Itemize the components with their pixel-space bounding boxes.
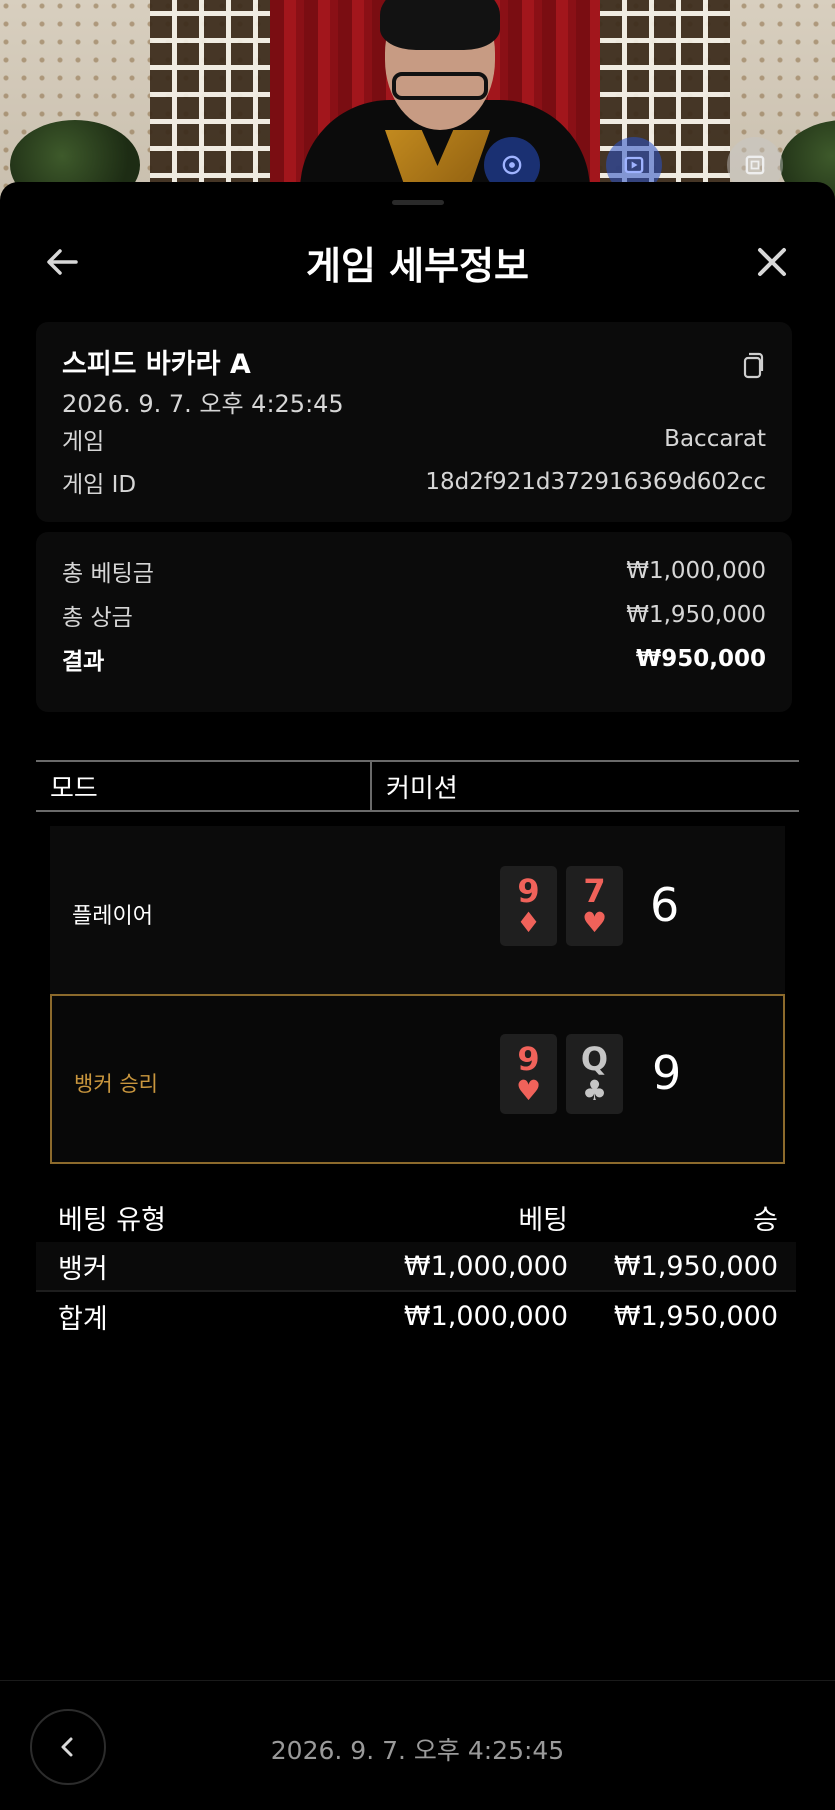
lattice-screen-left (150, 0, 280, 200)
total-win-value: ₩1,950,000 (626, 602, 766, 628)
bet-type-cell: 뱅커 (58, 1253, 108, 1285)
player-score: 6 (650, 878, 680, 932)
card-rank: 9 (517, 872, 540, 910)
game-datetime: 2026. 9. 7. 오후 4:25:45 (62, 390, 344, 418)
playing-card: Q ♣ (566, 1034, 623, 1114)
game-info-card: 스피드 바카라 A 2026. 9. 7. 오후 4:25:45 게임 Bacc… (36, 322, 792, 522)
copy-icon (743, 352, 764, 379)
game-id-value: 18d2f921d372916369d602cc (425, 469, 766, 495)
table-row: 뱅커 ₩1,000,000 ₩1,950,000 (36, 1242, 796, 1292)
banker-hand: 뱅커 승리 9 ♥ Q ♣ 9 (50, 994, 785, 1164)
copy-button[interactable] (736, 348, 768, 380)
playing-card: 9 ♥ (500, 1034, 557, 1114)
game-id-row: 게임 ID 18d2f921d372916369d602cc (62, 465, 766, 499)
playing-card: 7 ♥ (566, 866, 623, 946)
game-details-sheet: 게임 세부정보 스피드 바카라 A 2026. 9. 7. 오후 4:25:45… (0, 182, 835, 1810)
heart-suit-icon: ♥ (581, 906, 608, 939)
back-button[interactable] (34, 234, 90, 290)
live-video-background (0, 0, 835, 200)
total-win-label: 총 상금 (62, 605, 133, 631)
result-label: 결과 (62, 649, 105, 675)
player-hand: 플레이어 9 ♦ 7 ♥ 6 (50, 826, 785, 996)
close-button[interactable] (744, 234, 800, 290)
diamond-suit-icon: ♦ (515, 906, 542, 939)
column-header: 베팅 유형 (58, 1204, 166, 1236)
table-header: 베팅 유형 베팅 승 (36, 1192, 796, 1242)
game-id-label: 게임 ID (62, 472, 137, 498)
game-value: Baccarat (664, 426, 766, 452)
result-value: ₩950,000 (635, 646, 766, 672)
sheet-header: 게임 세부정보 (0, 222, 835, 302)
total-win-cell: ₩1,950,000 (613, 1300, 778, 1332)
window-icon (745, 155, 765, 175)
result-row: 결과 ₩950,000 (62, 642, 766, 676)
drag-handle[interactable] (392, 200, 444, 205)
mode-value: 커미션 (386, 773, 458, 804)
heart-suit-icon: ♥ (515, 1074, 542, 1107)
bet-summary-card: 총 베팅금 ₩1,000,000 총 상금 ₩1,950,000 결과 ₩950… (36, 532, 792, 712)
total-bet-value: ₩1,000,000 (626, 558, 766, 584)
bets-table: 베팅 유형 베팅 승 뱅커 ₩1,000,000 ₩1,950,000 합계 ₩… (36, 1192, 796, 1340)
banker-label: 뱅커 승리 (74, 1072, 158, 1096)
game-label: 게임 (62, 429, 105, 455)
card-rank: 9 (517, 1040, 540, 1078)
total-label-cell: 합계 (58, 1303, 108, 1335)
footer-datetime: 2026. 9. 7. 오후 4:25:45 (270, 1736, 565, 1765)
banker-score: 9 (652, 1046, 682, 1100)
mode-row: 모드 커미션 (36, 760, 799, 812)
card-rank: Q (580, 1040, 609, 1078)
video-icon (624, 156, 644, 174)
total-bet-label: 총 베팅금 (62, 561, 154, 587)
total-row: 합계 ₩1,000,000 ₩1,950,000 (36, 1292, 796, 1340)
dealer-glasses (392, 72, 488, 100)
eye-icon (502, 155, 522, 175)
column-header: 승 (753, 1204, 778, 1236)
game-row: 게임 Baccarat (62, 422, 766, 456)
club-suit-icon: ♣ (581, 1074, 608, 1107)
mode-label: 모드 (36, 762, 372, 810)
win-amount-cell: ₩1,950,000 (613, 1250, 778, 1282)
column-header: 베팅 (518, 1204, 568, 1236)
page-title: 게임 세부정보 (306, 243, 529, 288)
table-name: 스피드 바카라 A (62, 349, 251, 380)
arrow-left-icon (47, 249, 78, 275)
dealer-hair (380, 0, 500, 50)
total-bet-row: 총 베팅금 ₩1,000,000 (62, 554, 766, 588)
playing-card: 9 ♦ (500, 866, 557, 946)
total-win-row: 총 상금 ₩1,950,000 (62, 598, 766, 632)
close-icon (758, 248, 786, 276)
bet-amount-cell: ₩1,000,000 (403, 1250, 568, 1282)
player-label: 플레이어 (72, 904, 153, 929)
total-bet-cell: ₩1,000,000 (403, 1300, 568, 1332)
card-rank: 7 (583, 872, 606, 910)
footer-bar: 2026. 9. 7. 오후 4:25:45 (0, 1680, 835, 1810)
